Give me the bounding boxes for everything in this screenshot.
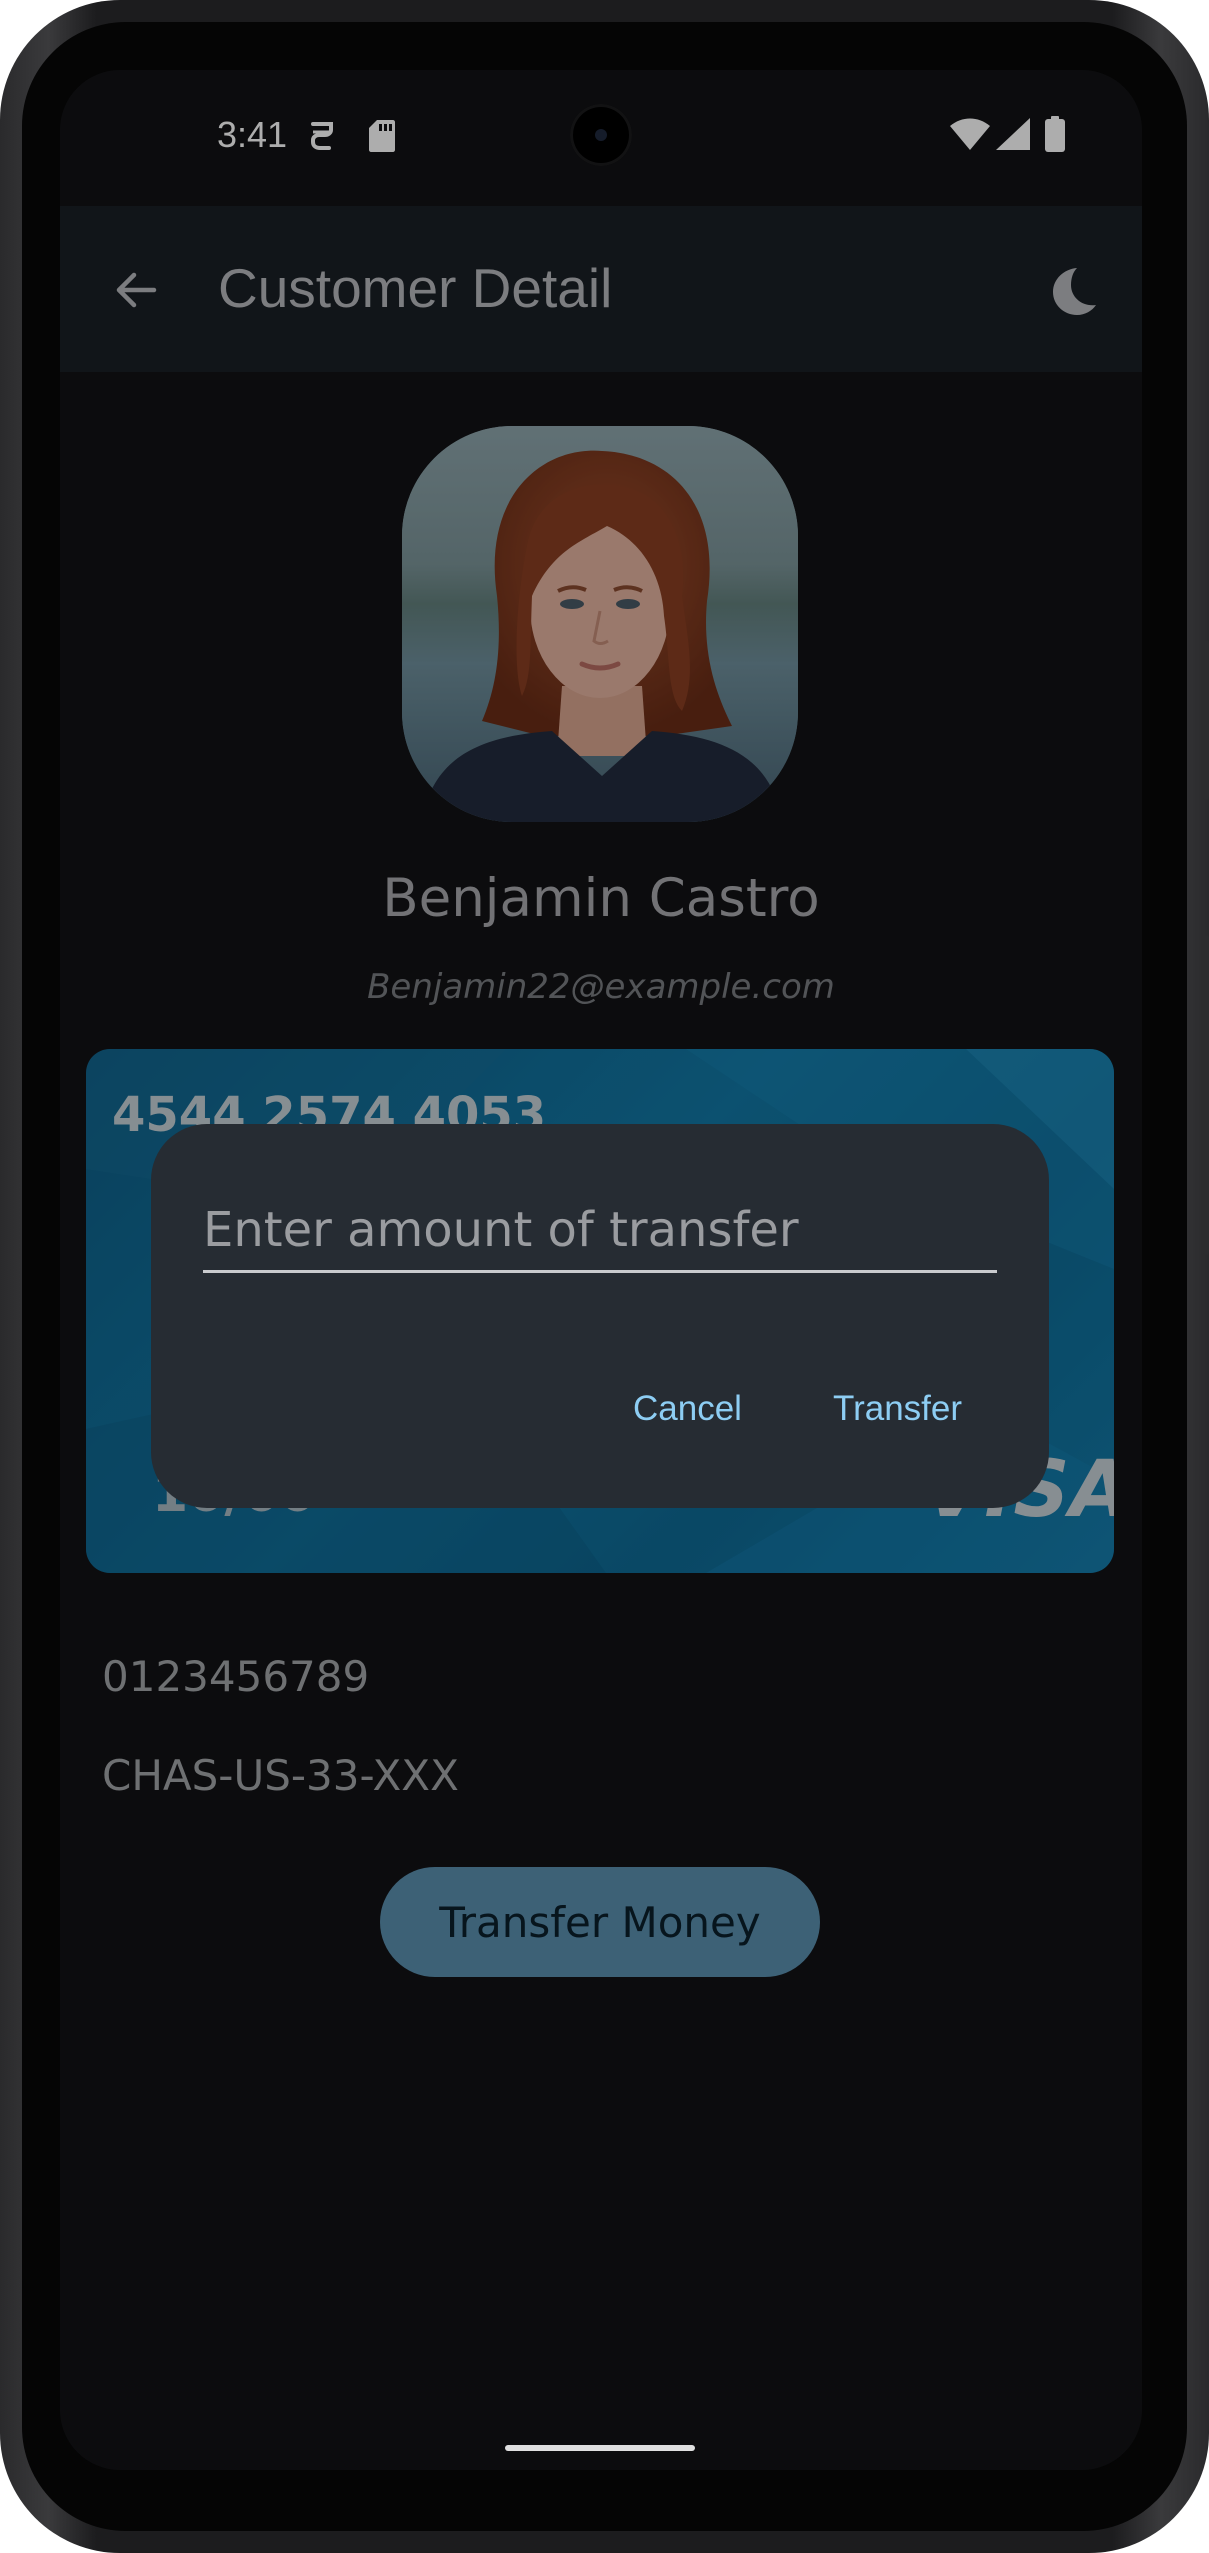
transfer-button[interactable]: Transfer bbox=[813, 1374, 982, 1444]
volume-button bbox=[1203, 935, 1209, 1255]
front-camera bbox=[570, 104, 632, 166]
customer-photo bbox=[402, 426, 798, 822]
customer-email: Benjamin22@example.com bbox=[367, 967, 835, 1007]
assistant-icon bbox=[307, 120, 337, 156]
app-bar: Customer Detail bbox=[60, 206, 1142, 372]
gesture-nav-handle[interactable] bbox=[505, 2445, 695, 2451]
transfer-money-button[interactable]: Transfer Money bbox=[380, 1867, 820, 1977]
power-button bbox=[1203, 640, 1209, 800]
arrow-back-icon bbox=[116, 272, 157, 308]
avatar bbox=[402, 426, 798, 822]
back-button[interactable] bbox=[98, 252, 174, 328]
account-number: 0123456789 bbox=[102, 1652, 370, 1701]
signal-icon bbox=[996, 118, 1030, 154]
wifi-icon bbox=[950, 118, 990, 154]
screen: 3:41 Customer Detail Benjamin Castro Ben… bbox=[60, 70, 1142, 2470]
transfer-amount-input[interactable] bbox=[203, 1190, 997, 1273]
customer-name: Benjamin Castro bbox=[382, 868, 820, 929]
swift-code: CHAS-US-33-XXX bbox=[102, 1751, 459, 1800]
transfer-dialog: Cancel Transfer bbox=[151, 1124, 1049, 1508]
sd-card-icon bbox=[369, 120, 395, 156]
moon-icon bbox=[1053, 268, 1096, 315]
battery-icon bbox=[1045, 116, 1065, 156]
status-time: 3:41 bbox=[217, 114, 288, 155]
page-title: Customer Detail bbox=[218, 257, 613, 319]
status-bar: 3:41 bbox=[60, 70, 1142, 206]
cancel-button[interactable]: Cancel bbox=[613, 1374, 762, 1444]
theme-toggle-button[interactable] bbox=[1040, 258, 1106, 324]
